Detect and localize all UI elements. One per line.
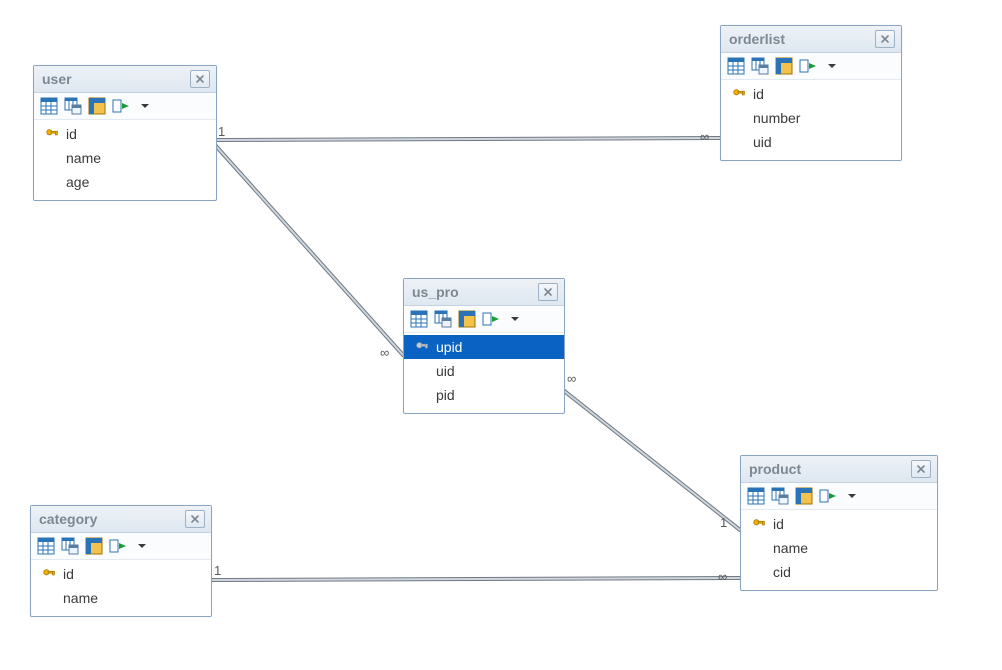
field-row[interactable]: cid [741, 560, 937, 584]
diagram-canvas[interactable]: useridnameageorderlistidnumberuidus_prou… [0, 0, 1002, 670]
dropdown-icon[interactable] [505, 309, 525, 329]
table-orderlist[interactable]: orderlist id number uid [720, 25, 902, 161]
table-title: product [749, 461, 801, 477]
table-toolbar [34, 93, 216, 120]
dropdown-icon[interactable] [132, 536, 152, 556]
field-name: name [66, 148, 206, 168]
table-title: category [39, 511, 97, 527]
field-row[interactable]: name [31, 586, 211, 610]
primary-key-icon [731, 87, 747, 101]
field-list: id name [31, 560, 211, 616]
primary-key-icon [44, 127, 60, 141]
close-icon[interactable] [538, 283, 558, 301]
table-calc-icon[interactable] [63, 96, 83, 116]
run-icon[interactable] [108, 536, 128, 556]
pivot-icon[interactable] [457, 309, 477, 329]
pivot-icon[interactable] [84, 536, 104, 556]
field-list: id name cid [741, 510, 937, 590]
table-toolbar [31, 533, 211, 560]
dropdown-icon[interactable] [822, 56, 842, 76]
field-name: pid [436, 385, 554, 405]
table-title: us_pro [412, 284, 459, 300]
close-icon[interactable] [911, 460, 931, 478]
field-row[interactable]: id [721, 82, 901, 106]
pivot-icon[interactable] [774, 56, 794, 76]
dropdown-icon[interactable] [135, 96, 155, 116]
field-row[interactable]: id [741, 512, 937, 536]
primary-key-icon [414, 340, 430, 354]
field-list: id name age [34, 120, 216, 200]
table-titlebar[interactable]: user [34, 66, 216, 93]
run-icon[interactable] [818, 486, 838, 506]
grid-icon[interactable] [36, 536, 56, 556]
field-row[interactable]: id [34, 122, 216, 146]
close-icon[interactable] [190, 70, 210, 88]
table-toolbar [404, 306, 564, 333]
run-icon[interactable] [798, 56, 818, 76]
cardinality-label: 1 [720, 516, 727, 529]
primary-key-icon [41, 567, 57, 581]
field-name: number [753, 108, 891, 128]
field-name: name [63, 588, 201, 608]
table-title: user [42, 71, 72, 87]
field-row[interactable]: name [741, 536, 937, 560]
dropdown-icon[interactable] [842, 486, 862, 506]
table-user[interactable]: user id name age [33, 65, 217, 201]
table-us_pro[interactable]: us_proupid uid pid [403, 278, 565, 414]
close-icon[interactable] [875, 30, 895, 48]
field-row[interactable]: pid [404, 383, 564, 407]
cardinality-label: ∞ [700, 130, 709, 143]
cardinality-label: ∞ [380, 346, 389, 359]
table-titlebar[interactable]: category [31, 506, 211, 533]
field-list: upid uid pid [404, 333, 564, 413]
field-name: id [753, 84, 891, 104]
field-row[interactable]: id [31, 562, 211, 586]
field-name: age [66, 172, 206, 192]
field-name: id [773, 514, 927, 534]
table-toolbar [741, 483, 937, 510]
pivot-icon[interactable] [87, 96, 107, 116]
table-title: orderlist [729, 31, 785, 47]
table-toolbar [721, 53, 901, 80]
table-calc-icon[interactable] [770, 486, 790, 506]
grid-icon[interactable] [726, 56, 746, 76]
field-name: upid [436, 337, 554, 357]
field-name: id [66, 124, 206, 144]
field-row[interactable]: uid [404, 359, 564, 383]
run-icon[interactable] [111, 96, 131, 116]
field-row[interactable]: name [34, 146, 216, 170]
field-name: name [773, 538, 927, 558]
pivot-icon[interactable] [794, 486, 814, 506]
field-list: id number uid [721, 80, 901, 160]
table-calc-icon[interactable] [433, 309, 453, 329]
cardinality-label: 1 [218, 125, 225, 138]
field-name: uid [753, 132, 891, 152]
table-category[interactable]: category id name [30, 505, 212, 617]
table-calc-icon[interactable] [750, 56, 770, 76]
field-row[interactable]: age [34, 170, 216, 194]
grid-icon[interactable] [409, 309, 429, 329]
cardinality-label: ∞ [718, 570, 727, 583]
field-name: id [63, 564, 201, 584]
field-name: cid [773, 562, 927, 582]
run-icon[interactable] [481, 309, 501, 329]
primary-key-icon [751, 517, 767, 531]
table-product[interactable]: product id name cid [740, 455, 938, 591]
field-row[interactable]: number [721, 106, 901, 130]
field-name: uid [436, 361, 554, 381]
table-titlebar[interactable]: product [741, 456, 937, 483]
table-titlebar[interactable]: orderlist [721, 26, 901, 53]
grid-icon[interactable] [746, 486, 766, 506]
table-calc-icon[interactable] [60, 536, 80, 556]
table-titlebar[interactable]: us_pro [404, 279, 564, 306]
grid-icon[interactable] [39, 96, 59, 116]
field-row[interactable]: uid [721, 130, 901, 154]
cardinality-label: ∞ [567, 372, 576, 385]
cardinality-label: 1 [214, 564, 221, 577]
close-icon[interactable] [185, 510, 205, 528]
field-row[interactable]: upid [404, 335, 564, 359]
